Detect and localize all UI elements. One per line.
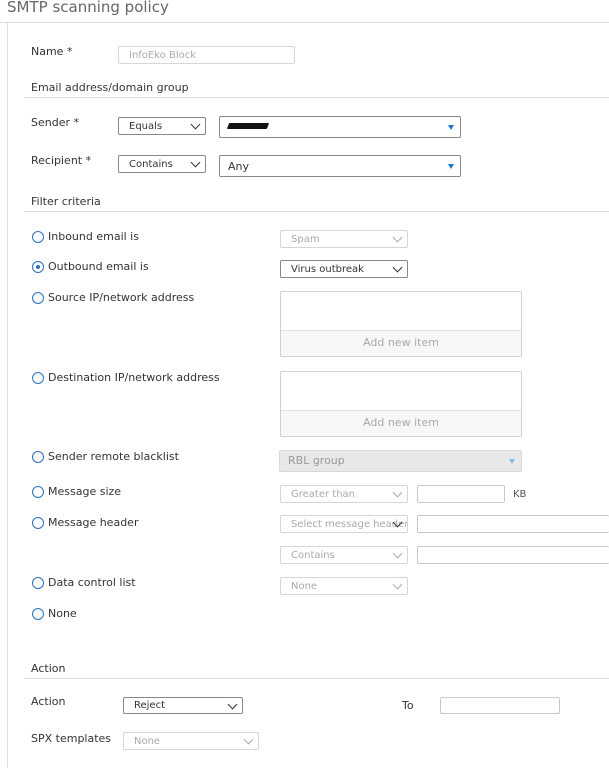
message-header-operator-value: Contains <box>291 550 335 561</box>
name-label: Name * <box>31 45 73 58</box>
dcl-label: Data control list <box>48 576 136 589</box>
inbound-select[interactable]: Spam <box>280 230 408 248</box>
dropdown-triangle-icon <box>448 164 454 169</box>
message-header-radio[interactable] <box>32 517 44 529</box>
action-value: Reject <box>134 700 166 711</box>
message-size-radio[interactable] <box>32 486 44 498</box>
chevron-down-icon <box>392 487 403 498</box>
outbound-radio[interactable] <box>32 261 44 273</box>
name-value: InfoEko Block <box>129 50 197 61</box>
filter-criteria-divider <box>24 211 609 212</box>
message-header-select[interactable]: Select message header <box>280 515 408 533</box>
recipient-value: Any <box>228 160 250 173</box>
blacklist-value: RBL group <box>288 454 345 467</box>
dest-ip-label: Destination IP/network address <box>48 371 220 384</box>
dropdown-triangle-icon <box>509 459 515 464</box>
spx-templates-label: SPX templates <box>31 732 112 745</box>
blacklist-label: Sender remote blacklist <box>48 450 179 463</box>
recipient-operator-select[interactable]: Contains <box>118 155 206 173</box>
chevron-down-icon <box>392 262 403 273</box>
email-group-heading: Email address/domain group <box>31 81 189 94</box>
dcl-value: None <box>291 581 318 592</box>
spx-templates-select[interactable]: None <box>123 732 259 750</box>
to-input[interactable] <box>440 697 560 714</box>
outbound-label: Outbound email is <box>48 260 149 273</box>
message-size-operator-value: Greater than <box>291 489 356 500</box>
chevron-down-icon <box>243 734 254 745</box>
spx-templates-value: None <box>134 736 161 747</box>
recipient-operator-value: Contains <box>129 159 173 170</box>
message-header-label: Message header <box>48 516 139 529</box>
action-label: Action <box>31 695 66 708</box>
dest-ip-radio[interactable] <box>32 372 44 384</box>
message-size-operator-select[interactable]: Greater than <box>280 485 408 503</box>
outbound-value: Virus outbreak <box>291 264 364 275</box>
blacklist-select[interactable]: RBL group <box>279 450 522 472</box>
page-title: SMTP scanning policy <box>7 0 169 16</box>
email-group-divider <box>24 97 609 98</box>
source-ip-radio[interactable] <box>32 292 44 304</box>
message-size-label: Message size <box>48 485 122 498</box>
dropdown-triangle-icon <box>448 125 454 130</box>
recipient-value-select[interactable]: Any <box>219 155 461 177</box>
chevron-down-icon <box>392 579 403 590</box>
dcl-select[interactable]: None <box>280 577 408 595</box>
inbound-value: Spam <box>291 234 320 245</box>
to-label: To <box>402 699 414 712</box>
message-header-operator-select[interactable]: Contains <box>280 546 408 564</box>
message-size-input[interactable] <box>417 485 505 503</box>
sender-label: Sender * <box>31 116 79 129</box>
chevron-down-icon <box>190 119 201 130</box>
dest-ip-list[interactable]: Add new item <box>280 371 522 437</box>
sender-value-select[interactable] <box>219 116 461 138</box>
action-heading: Action <box>31 662 66 675</box>
filter-criteria-heading: Filter criteria <box>31 195 101 208</box>
inbound-radio[interactable] <box>32 231 44 243</box>
none-radio[interactable] <box>32 608 44 620</box>
action-select[interactable]: Reject <box>123 697 243 714</box>
inbound-label: Inbound email is <box>48 230 139 243</box>
none-label: None <box>48 607 77 620</box>
blacklist-radio[interactable] <box>32 451 44 463</box>
source-ip-label: Source IP/network address <box>48 291 195 304</box>
message-header-name-input[interactable] <box>417 515 609 533</box>
sender-operator-value: Equals <box>129 121 163 132</box>
message-header-select-value: Select message header <box>291 519 408 530</box>
dest-ip-add-item[interactable]: Add new item <box>281 410 521 436</box>
chevron-down-icon <box>392 232 403 243</box>
dcl-radio[interactable] <box>32 577 44 589</box>
message-size-unit: KB <box>513 489 527 500</box>
message-header-value-input[interactable] <box>417 546 609 564</box>
name-input[interactable]: InfoEko Block <box>118 46 295 64</box>
source-ip-add-item[interactable]: Add new item <box>281 330 521 356</box>
outbound-select[interactable]: Virus outbreak <box>280 260 408 278</box>
source-ip-list[interactable]: Add new item <box>280 291 522 357</box>
recipient-label: Recipient * <box>31 154 92 167</box>
chevron-down-icon <box>392 548 403 559</box>
chevron-down-icon <box>190 157 201 168</box>
action-divider <box>24 678 609 679</box>
sender-operator-select[interactable]: Equals <box>118 117 206 135</box>
chevron-down-icon <box>227 699 238 709</box>
redacted-sender-value <box>226 123 270 129</box>
